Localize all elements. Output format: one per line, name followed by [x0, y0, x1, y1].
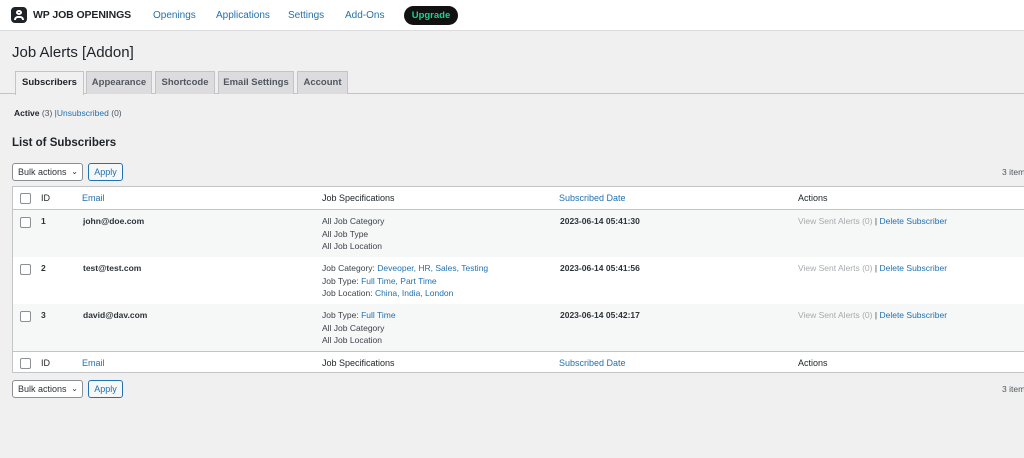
tab-shortcode[interactable]: Shortcode [155, 71, 215, 94]
brand-name: WP JOB OPENINGS [33, 9, 132, 21]
spec-values-link[interactable]: Deveoper, HR, Sales, Testing [377, 263, 488, 273]
row-id: 3 [41, 310, 46, 320]
view-sent-alerts-link[interactable]: View Sent Alerts (0) [798, 263, 873, 273]
row-checkbox[interactable] [20, 311, 31, 322]
tab-account[interactable]: Account [297, 71, 348, 94]
row-subscribed-date: 2023-06-14 05:42:17 [560, 310, 640, 320]
row-email: john@doe.com [83, 216, 145, 226]
row-email: test@test.com [83, 263, 142, 273]
column-subscribed-date-sort-footer[interactable]: Subscribed Date [559, 352, 626, 375]
column-id: ID [41, 193, 50, 203]
bulk-actions-label: Bulk actions [18, 167, 67, 177]
nav-openings[interactable]: Openings [153, 0, 196, 31]
column-id-footer: ID [41, 358, 50, 368]
column-actions-footer: Actions [798, 358, 828, 368]
row-checkbox[interactable] [20, 264, 31, 275]
column-email-sort-footer[interactable]: Email [82, 352, 105, 375]
delete-subscriber-link[interactable]: Delete Subscriber [879, 216, 947, 226]
row-checkbox[interactable] [20, 217, 31, 228]
row-subscribed-date: 2023-06-14 05:41:56 [560, 263, 640, 273]
table-header: ID Email Job Specifications Subscribed D… [13, 187, 1024, 210]
row-id: 2 [41, 263, 46, 273]
column-email-sort[interactable]: Email [82, 187, 105, 210]
spec-line: Job Category: Deveoper, HR, Sales, Testi… [322, 262, 488, 275]
row-actions: View Sent Alerts (0) | Delete Subscriber [798, 309, 947, 322]
chevron-down-icon: ⌄ [71, 384, 78, 393]
spec-line: Job Type: Full Time [322, 309, 396, 322]
subscribers-table: ID Email Job Specifications Subscribed D… [12, 186, 1024, 373]
bulk-actions-select-top[interactable]: Bulk actions ⌄ [12, 163, 83, 181]
items-count-bottom: 3 items [1002, 384, 1024, 394]
filter-unsubscribed-count: (0) [111, 108, 122, 118]
person-logo-icon [11, 7, 27, 23]
spec-values-link[interactable]: Full Time [361, 310, 395, 320]
row-job-specifications: Job Type: Full Time All Job Category All… [322, 309, 396, 347]
apply-button-bottom[interactable]: Apply [88, 380, 123, 398]
filter-active-count: (3) [41, 108, 53, 118]
column-subscribed-date-sort[interactable]: Subscribed Date [559, 187, 626, 210]
spec-line: All Job Location [322, 335, 383, 345]
tab-appearance[interactable]: Appearance [86, 71, 152, 94]
nav-settings[interactable]: Settings [288, 0, 324, 31]
row-actions: View Sent Alerts (0) | Delete Subscriber [798, 215, 947, 228]
action-separator: | [874, 310, 878, 320]
column-job-specifications: Job Specifications [322, 193, 395, 203]
spec-label: Job Type: [322, 310, 362, 320]
table-footer: ID Email Job Specifications Subscribed D… [13, 351, 1024, 374]
spec-line: All Job Type [322, 228, 369, 239]
status-filters: Active (3) |Unsubscribed (0) [14, 108, 122, 118]
filter-unsubscribed[interactable]: Unsubscribed [57, 108, 109, 118]
row-id: 1 [41, 216, 46, 226]
tab-bar: Subscribers Appearance Shortcode Email S… [0, 71, 1024, 95]
upgrade-button[interactable]: Upgrade [404, 6, 458, 25]
tab-subscribers[interactable]: Subscribers [15, 71, 84, 95]
row-email: david@dav.com [83, 310, 148, 320]
nav-add-ons[interactable]: Add-Ons [345, 0, 384, 31]
spec-line: All Job Category [322, 322, 385, 333]
spec-values-link[interactable]: Full Time, Part Time [361, 276, 437, 286]
spec-values-link[interactable]: China, India, London [375, 288, 453, 298]
column-job-specifications-footer: Job Specifications [322, 358, 395, 368]
filter-active[interactable]: Active [14, 108, 40, 118]
spec-label: Job Category: [322, 263, 378, 273]
delete-subscriber-link[interactable]: Delete Subscriber [879, 263, 947, 273]
spec-line: Job Location: China, India, London [322, 287, 488, 300]
items-count-top: 3 items [1002, 167, 1024, 177]
section-title: List of Subscribers [12, 137, 117, 149]
table-row: 3 david@dav.com Job Type: Full Time All … [13, 304, 1024, 351]
spec-line: All Job Category [322, 216, 385, 226]
spec-label: Job Type: [322, 275, 362, 286]
top-bar: WP JOB OPENINGS Openings Applications Se… [0, 0, 1024, 31]
spec-label: Job Location: [322, 288, 375, 298]
select-all-checkbox[interactable] [20, 193, 31, 204]
table-row: 1 john@doe.com All Job Category All Job … [13, 210, 1024, 257]
page-title: Job Alerts [Addon] [12, 44, 134, 61]
spec-line: All Job Location [322, 241, 383, 251]
delete-subscriber-link[interactable]: Delete Subscriber [879, 310, 947, 320]
select-all-checkbox-footer[interactable] [20, 358, 31, 369]
action-separator: | [874, 263, 878, 273]
view-sent-alerts-link[interactable]: View Sent Alerts (0) [798, 310, 873, 320]
chevron-down-icon: ⌄ [71, 167, 78, 176]
apply-button-top[interactable]: Apply [88, 163, 123, 181]
nav-applications[interactable]: Applications [216, 0, 270, 31]
view-sent-alerts-link[interactable]: View Sent Alerts (0) [798, 216, 873, 226]
column-actions: Actions [798, 193, 828, 203]
bulk-actions-label: Bulk actions [18, 384, 67, 394]
bulk-actions-select-bottom[interactable]: Bulk actions ⌄ [12, 380, 83, 398]
brand[interactable]: WP JOB OPENINGS [11, 7, 131, 23]
table-row: 2 test@test.com Job Category: Deveoper, … [13, 257, 1024, 304]
row-job-specifications: All Job Category All Job Type All Job Lo… [322, 215, 384, 253]
tab-email-settings[interactable]: Email Settings [218, 71, 294, 94]
row-actions: View Sent Alerts (0) | Delete Subscriber [798, 262, 947, 275]
row-subscribed-date: 2023-06-14 05:41:30 [560, 216, 640, 226]
action-separator: | [874, 216, 878, 226]
row-job-specifications: Job Category: Deveoper, HR, Sales, Testi… [322, 262, 488, 300]
spec-line: Job Type: Full Time, Part Time [322, 275, 488, 288]
